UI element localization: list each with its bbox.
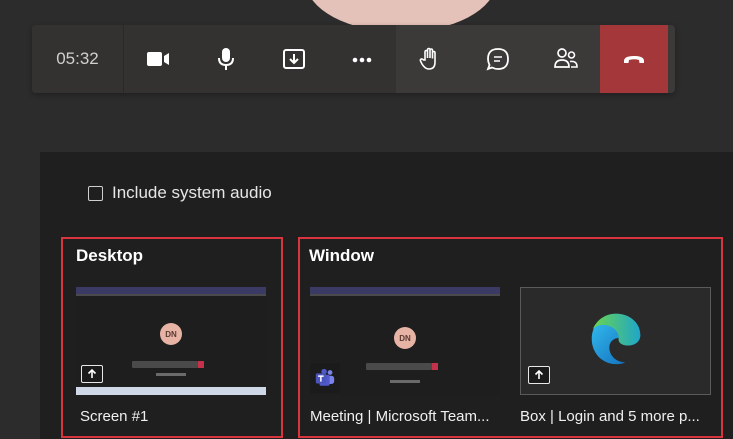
preview-hangup bbox=[198, 361, 204, 368]
hand-icon bbox=[419, 47, 436, 70]
teams-preview-text bbox=[390, 380, 420, 383]
include-audio-label: Include system audio bbox=[112, 183, 272, 202]
more-actions-button[interactable] bbox=[328, 25, 396, 93]
camera-button[interactable] bbox=[124, 25, 192, 93]
preview-taskbar bbox=[76, 387, 266, 395]
window-group-title: Window bbox=[309, 246, 374, 265]
share-tray-button[interactable] bbox=[260, 25, 328, 93]
teams-preview-avatar: DN bbox=[394, 327, 416, 349]
teams-window-thumbnail[interactable]: DN bbox=[310, 287, 500, 395]
edge-window-caption: Box | Login and 5 more p... bbox=[520, 408, 700, 425]
preview-subbar bbox=[76, 294, 266, 296]
teams-window-caption: Meeting | Microsoft Team... bbox=[310, 408, 490, 425]
screen-1-caption: Screen #1 bbox=[80, 408, 149, 425]
chat-bubble-icon bbox=[486, 48, 509, 71]
preview-avatar: DN bbox=[160, 323, 182, 345]
include-audio-checkbox[interactable] bbox=[88, 185, 103, 201]
people-icon bbox=[554, 48, 578, 68]
meeting-toolbar: 05:32 bbox=[32, 25, 675, 93]
edge-window-thumbnail[interactable] bbox=[520, 287, 711, 395]
more-dots-icon bbox=[352, 57, 372, 63]
preview-titlebar bbox=[76, 287, 266, 294]
hang-up-button[interactable] bbox=[600, 25, 668, 93]
share-tray-icon bbox=[283, 49, 305, 69]
preview-text bbox=[156, 373, 186, 376]
participants-button[interactable] bbox=[532, 25, 600, 93]
share-upload-icon bbox=[87, 368, 97, 378]
preview-toolbar bbox=[132, 361, 198, 368]
teams-preview-hangup bbox=[432, 363, 438, 370]
include-system-audio-toggle[interactable]: Include system audio bbox=[88, 183, 272, 203]
screen-1-thumbnail[interactable]: DN bbox=[76, 287, 266, 395]
video-camera-icon bbox=[147, 52, 169, 66]
share-screen-badge bbox=[81, 365, 103, 383]
mic-button[interactable] bbox=[192, 25, 260, 93]
call-timer: 05:32 bbox=[32, 25, 123, 93]
teams-icon bbox=[315, 368, 335, 386]
teams-preview-subbar bbox=[310, 294, 500, 296]
share-upload-icon bbox=[534, 369, 544, 379]
teams-preview-toolbar bbox=[366, 363, 432, 370]
raise-hand-button[interactable] bbox=[396, 25, 464, 93]
chat-button[interactable] bbox=[464, 25, 532, 93]
edge-browser-icon bbox=[591, 313, 641, 365]
edge-share-badge bbox=[528, 366, 550, 384]
teams-app-badge bbox=[310, 363, 340, 393]
microphone-icon bbox=[218, 48, 234, 70]
teams-preview-titlebar bbox=[310, 287, 500, 294]
screen-preview: DN bbox=[76, 287, 266, 395]
desktop-group-title: Desktop bbox=[76, 246, 144, 265]
phone-hangup-icon bbox=[624, 56, 644, 63]
